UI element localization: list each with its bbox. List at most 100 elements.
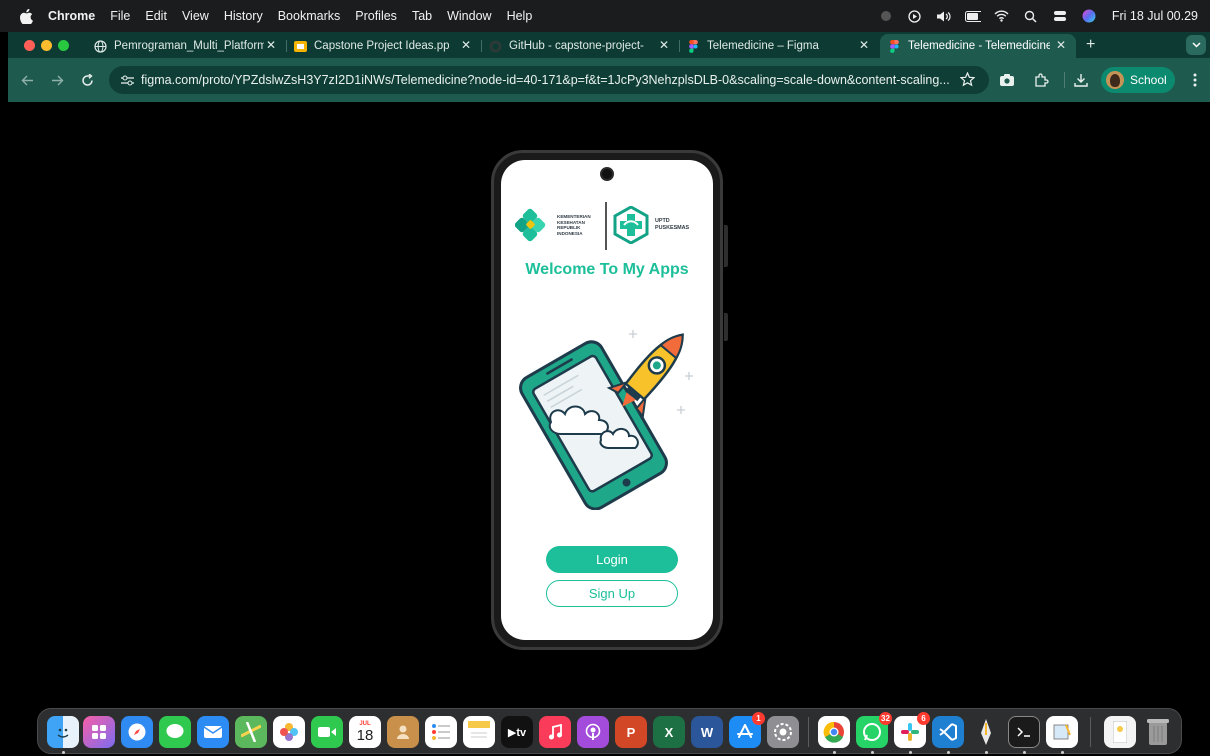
dock-separator <box>808 717 809 747</box>
reload-icon[interactable] <box>78 71 96 89</box>
running-indicator <box>1023 751 1026 754</box>
volume-icon[interactable] <box>936 9 952 23</box>
podcasts-icon[interactable] <box>577 716 609 748</box>
chrome-icon[interactable] <box>818 716 850 748</box>
app-store-icon[interactable]: 1 <box>729 712 765 748</box>
whatsapp-icon[interactable]: 32 <box>856 712 892 748</box>
running-indicator <box>947 751 950 754</box>
pen-tool-icon[interactable] <box>970 716 1002 748</box>
menu-history[interactable]: History <box>224 9 263 23</box>
extensions-puzzle-icon[interactable] <box>1032 71 1050 89</box>
menu-window[interactable]: Window <box>447 9 491 23</box>
close-tab-icon[interactable]: ✕ <box>659 38 669 52</box>
new-tab-plus-icon[interactable]: + <box>1086 36 1095 54</box>
music-icon[interactable] <box>539 716 571 748</box>
menu-clock[interactable]: Fri 18 Jul 00.29 <box>1112 9 1198 23</box>
menu-bookmarks[interactable]: Bookmarks <box>278 9 341 23</box>
address-bar[interactable]: figma.com/proto/YPZdslwZsH3Y7zI2D1iNWs/T… <box>109 66 989 94</box>
figma-icon <box>888 39 901 53</box>
minimize-window-button[interactable] <box>41 40 52 51</box>
more-menu-icon[interactable] <box>1189 71 1201 89</box>
apple-logo-icon[interactable] <box>18 8 34 24</box>
trash-icon[interactable] <box>1142 716 1174 748</box>
forward-arrow-icon[interactable] <box>48 71 66 89</box>
menu-file[interactable]: File <box>110 9 130 23</box>
sign-up-button[interactable]: Sign Up <box>546 580 678 607</box>
tab-capstone-ideas[interactable]: Capstone Project Ideas.pptx ✕ <box>286 34 481 58</box>
close-tab-icon[interactable]: ✕ <box>859 38 869 52</box>
wifi-icon[interactable] <box>994 9 1010 23</box>
finder-icon[interactable] <box>47 716 79 748</box>
menu-app-name[interactable]: Chrome <box>48 9 95 23</box>
download-icon[interactable] <box>1072 71 1090 89</box>
tab-pemrograman[interactable]: Pemrograman_Multi_Platform ✕ <box>86 34 286 58</box>
tab-telemedicine-active[interactable]: Telemedicine - Telemedicine ✕ <box>880 34 1076 58</box>
contacts-icon[interactable] <box>387 716 419 748</box>
slack-icon[interactable]: 6 <box>894 712 930 748</box>
tab-github[interactable]: GitHub - capstone-project-pr ✕ <box>481 34 679 58</box>
url-text[interactable]: figma.com/proto/YPZdslwZsH3Y7zI2D1iNWs/T… <box>141 73 951 87</box>
zoom-window-button[interactable] <box>58 40 69 51</box>
browser-toolbar: figma.com/proto/YPZdslwZsH3Y7zI2D1iNWs/T… <box>8 58 1210 102</box>
launchpad-icon[interactable] <box>83 716 115 748</box>
logo-divider <box>605 202 607 250</box>
phone-volume-button <box>724 225 728 267</box>
excel-icon[interactable]: X <box>653 716 685 748</box>
recording-icon[interactable] <box>878 9 894 23</box>
preview-icon[interactable] <box>1046 716 1078 748</box>
media-play-icon[interactable] <box>907 9 923 23</box>
slides-icon <box>294 40 307 53</box>
menu-profiles[interactable]: Profiles <box>355 9 397 23</box>
apple-tv-icon[interactable]: ▶tv <box>501 716 533 748</box>
system-settings-icon[interactable] <box>767 716 799 748</box>
site-info-tune-icon[interactable] <box>113 66 141 94</box>
tab-search-chevron-icon[interactable] <box>1186 35 1206 55</box>
messages-icon[interactable] <box>159 716 191 748</box>
reminders-icon[interactable] <box>425 716 457 748</box>
close-tab-icon[interactable]: ✕ <box>266 38 276 52</box>
kemenkes-logo-icon <box>515 208 546 242</box>
header-logos: KEMENTERIAN KESEHATAN REPUBLIK INDONESIA… <box>501 194 713 254</box>
login-button[interactable]: Login <box>546 546 678 573</box>
maps-icon[interactable] <box>235 716 267 748</box>
menu-help[interactable]: Help <box>507 9 533 23</box>
tab-figma[interactable]: Telemedicine – Figma ✕ <box>679 34 879 58</box>
menu-tab[interactable]: Tab <box>412 9 432 23</box>
tab-title: Capstone Project Ideas.pptx <box>314 40 449 52</box>
close-tab-icon[interactable]: ✕ <box>1056 38 1066 52</box>
word-icon[interactable]: W <box>691 716 723 748</box>
safari-icon[interactable] <box>121 716 153 748</box>
notes-icon[interactable] <box>463 716 495 748</box>
dock-separator <box>1090 717 1091 747</box>
running-indicator <box>909 751 912 754</box>
control-center-icon[interactable] <box>1052 9 1068 23</box>
battery-icon[interactable] <box>964 9 981 23</box>
powerpoint-icon[interactable]: P <box>615 716 647 748</box>
avatar <box>1106 71 1124 89</box>
menu-edit[interactable]: Edit <box>145 9 167 23</box>
mail-icon[interactable] <box>197 716 229 748</box>
menu-view[interactable]: View <box>182 9 209 23</box>
vscode-icon[interactable] <box>932 716 964 748</box>
close-window-button[interactable] <box>24 40 35 51</box>
screen-root: Chrome File Edit View History Bookmarks … <box>0 0 1210 756</box>
photos-icon[interactable] <box>273 716 305 748</box>
profile-button[interactable]: School <box>1101 67 1175 93</box>
close-tab-icon[interactable]: ✕ <box>461 38 471 52</box>
terminal-icon[interactable] <box>1008 716 1040 748</box>
downloads-folder-icon[interactable] <box>1104 716 1136 748</box>
browser-tab-strip: Pemrograman_Multi_Platform ✕ Capstone Pr… <box>8 32 1210 58</box>
calendar-icon[interactable]: JUL 18 <box>349 716 381 748</box>
phone-power-button <box>724 313 728 341</box>
camera-extension-icon[interactable] <box>998 71 1016 89</box>
back-arrow-icon[interactable] <box>18 71 36 89</box>
facetime-icon[interactable] <box>311 716 343 748</box>
siri-icon[interactable] <box>1081 9 1097 23</box>
puskesmas-logo-icon <box>613 206 649 244</box>
running-indicator <box>833 751 836 754</box>
notification-badge: 6 <box>917 712 930 725</box>
bookmark-star-icon[interactable] <box>959 71 976 92</box>
running-indicator <box>62 751 65 754</box>
spotlight-search-icon[interactable] <box>1023 9 1039 23</box>
macos-menu-bar: Chrome File Edit View History Bookmarks … <box>0 0 1210 32</box>
